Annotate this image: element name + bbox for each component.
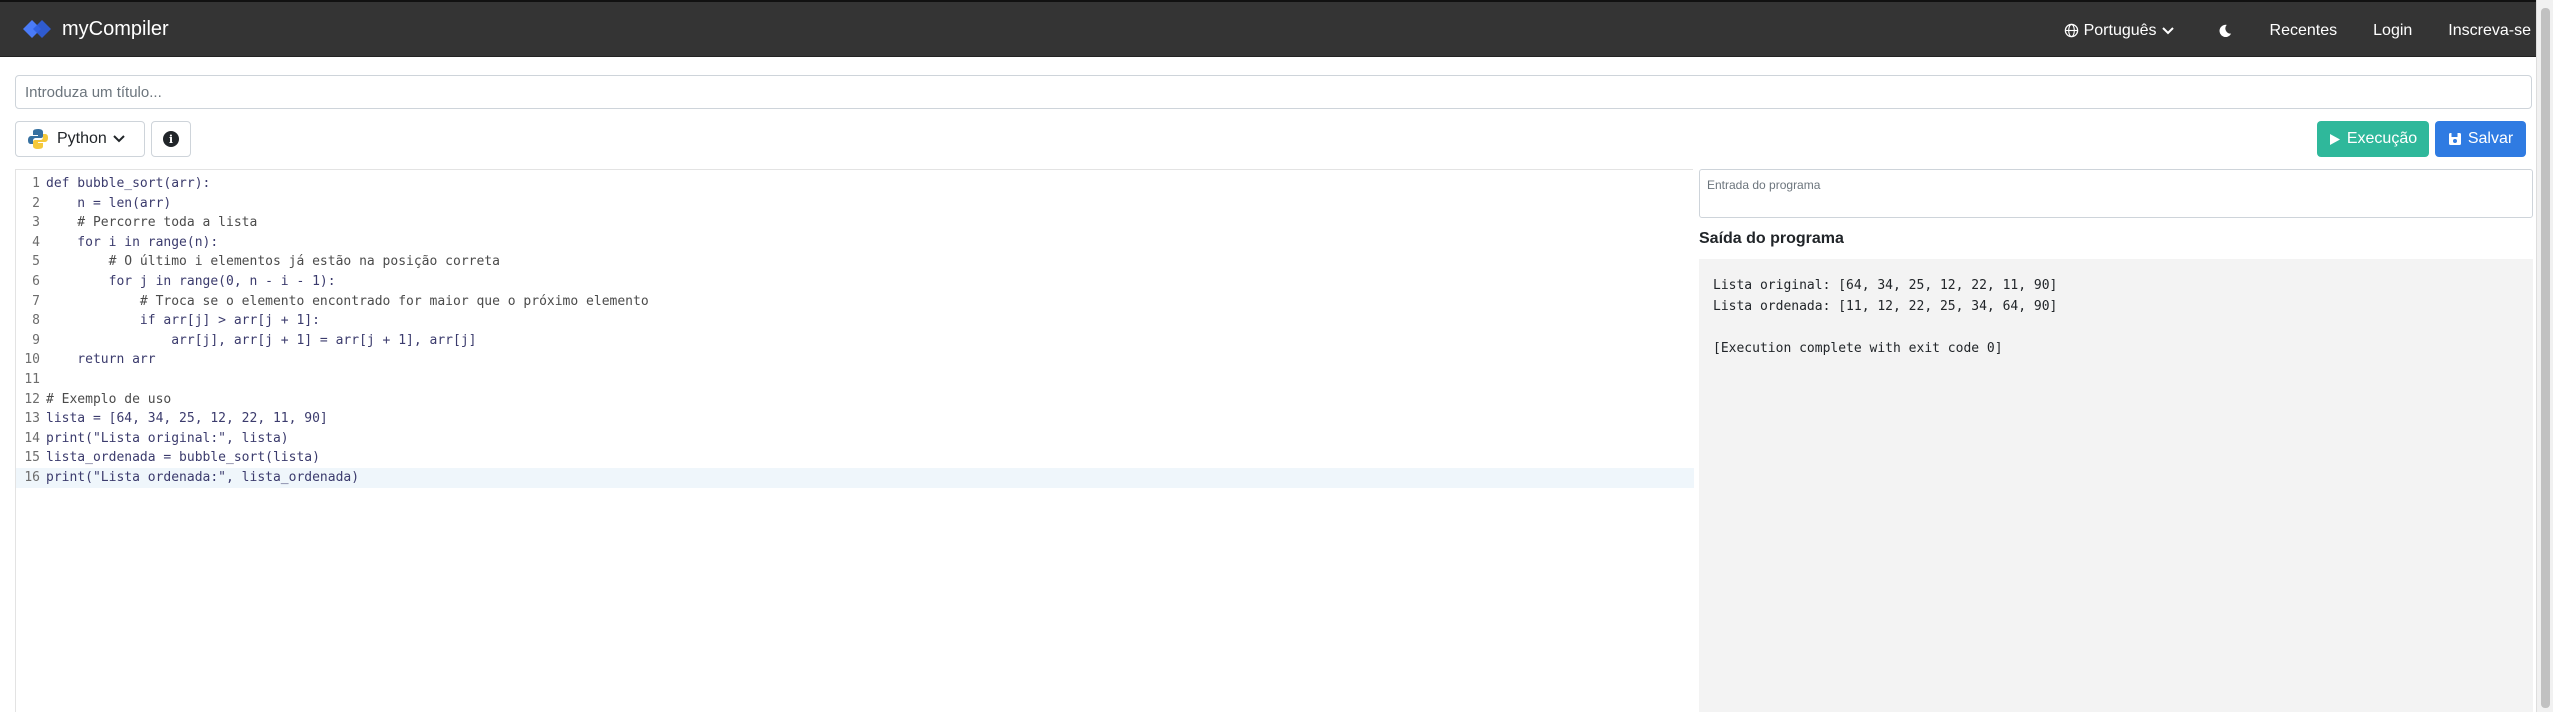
nav-link-login[interactable]: Login [2373,22,2412,40]
output-line: [Execution complete with exit code 0] [1713,341,2003,356]
code-text: def bubble_sort(arr): [46,176,211,191]
line-number: 4 [32,234,40,250]
language-label: Português [2083,21,2157,39]
language-select[interactable]: Python [15,121,145,157]
line-number: 13 [24,411,40,427]
program-output: Lista original: [64, 34, 25, 12, 22, 11,… [1699,259,2533,712]
language-dropdown[interactable]: Português [2064,22,2174,40]
code-line[interactable]: 10 return arr [16,350,1694,370]
navbar: myCompiler Português Recentes Login Insc… [0,0,2553,57]
code-text: return arr [46,352,156,368]
code-text: for i in range(n): [46,234,219,250]
python-logo-icon [28,129,48,149]
code-text: # Troca se o elemento encontrado for mai… [46,293,649,309]
code-text: lista = [64, 34, 25, 12, 22, 11, 90] [46,411,328,427]
save-button-label: Salvar [2467,130,2514,147]
line-number: 5 [32,254,40,270]
line-number: 11 [24,372,40,387]
code-line[interactable]: 1 def bubble_sort(arr): [16,174,1694,194]
code-line[interactable]: 4 for i in range(n): [16,233,1694,253]
code-text: print("Lista ordenada:", lista_ordenada) [46,470,360,485]
line-number: 15 [24,450,40,466]
code-line[interactable]: 14 print("Lista original:", lista) [16,429,1694,449]
play-icon [2329,133,2340,145]
line-number: 10 [24,352,40,368]
brand[interactable]: myCompiler [21,16,169,42]
line-number: 1 [32,176,40,191]
dark-mode-toggle-icon[interactable] [2218,24,2232,38]
run-button-label: Execução [2346,130,2418,147]
nav-link-recentes[interactable]: Recentes [2270,22,2338,40]
code-line[interactable]: 13 lista = [64, 34, 25, 12, 22, 11, 90] [16,409,1694,429]
code-text: # Exemplo de uso [46,391,172,407]
language-select-label: Python [57,130,107,147]
page-scrollbar[interactable] [2536,0,2553,712]
info-icon: i [163,131,179,147]
line-number: 6 [32,274,40,289]
code-line[interactable]: 15 lista_ordenada = bubble_sort(lista) [16,448,1694,468]
info-button[interactable]: i [151,121,191,157]
output-line: Lista original: [64, 34, 25, 12, 22, 11,… [1713,278,2058,293]
code-editor[interactable]: 1 def bubble_sort(arr): 2 n = len(arr) 3 # … [15,169,1694,712]
code-text: for j in range(0, n - i - 1): [46,274,336,289]
line-number: 2 [32,195,40,211]
chevron-down-icon [2161,26,2174,34]
scrollbar-thumb[interactable] [2541,8,2550,708]
line-number: 12 [24,391,40,407]
brand-name: myCompiler [62,17,169,40]
nav-link-signup[interactable]: Inscreva-se [2448,22,2531,40]
code-line[interactable]: 6 for j in range(0, n - i - 1): [16,272,1694,292]
line-number: 8 [32,313,40,329]
code-line[interactable]: 5 # O último i elementos já estão na pos… [16,252,1694,272]
code-line[interactable]: 9 arr[j], arr[j + 1] = arr[j + 1], arr[j… [16,331,1694,351]
program-input-field[interactable]: Entrada do programa [1699,169,2533,218]
line-number: 3 [32,215,40,231]
save-icon [2448,133,2461,145]
code-line[interactable]: 3 # Percorre toda a lista [16,213,1694,233]
code-text: print("Lista original:", lista) [46,430,289,446]
code-line[interactable]: 2 n = len(arr) [16,194,1694,214]
chevron-down-icon [113,135,125,143]
globe-icon [2064,23,2078,38]
code-text: # Percorre toda a lista [46,215,258,231]
code-text: arr[j], arr[j + 1] = arr[j + 1], arr[j] [46,332,477,348]
code-line[interactable]: 8 if arr[j] > arr[j + 1]: [16,311,1694,331]
mycompiler-logo-icon [23,20,51,38]
code-line[interactable]: 12 # Exemplo de uso [16,390,1694,410]
output-title: Saída do programa [1699,230,1844,247]
output-line: Lista ordenada: [11, 12, 22, 25, 34, 64,… [1713,299,2058,314]
code-text: # O último i elementos já estão na posiç… [46,254,500,270]
code-line[interactable]: 16 print("Lista ordenada:", lista_ordenad… [16,468,1694,488]
code-text: lista_ordenada = bubble_sort(lista) [46,450,320,466]
code-text: if arr[j] > arr[j + 1]: [46,313,320,329]
line-number: 7 [32,293,40,309]
code-line[interactable]: 7 # Troca se o elemento encontrado for m… [16,292,1694,312]
code-line[interactable]: 11 [16,370,1694,390]
code-text: n = len(arr) [46,195,172,211]
run-button[interactable]: Execução [2317,121,2429,157]
line-number: 9 [32,332,40,348]
line-number: 14 [24,430,40,446]
line-number: 16 [24,470,40,485]
title-input[interactable] [15,75,2532,109]
save-button[interactable]: Salvar [2435,121,2526,157]
